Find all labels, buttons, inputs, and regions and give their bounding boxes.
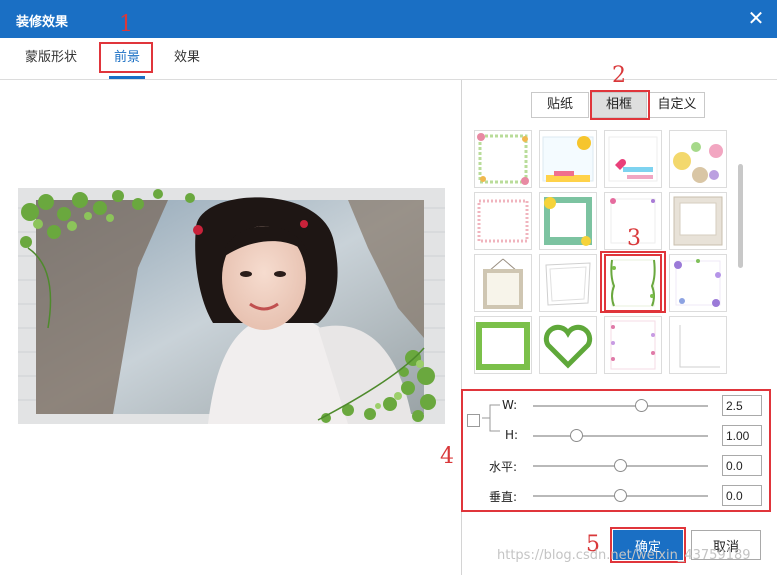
active-tab-indicator: [109, 76, 145, 79]
slider-knob-horizontal[interactable]: [614, 459, 627, 472]
emoji-green-frame-icon: [544, 197, 592, 246]
annotation-box-3: [600, 251, 666, 313]
horizontal-value-input[interactable]: [722, 455, 762, 476]
sketch-frame-icon: [545, 262, 591, 306]
photo-preview: [18, 188, 445, 424]
title-bar: 装修效果 ✕: [0, 0, 777, 38]
hanging-frame-icon: [483, 258, 523, 309]
window-title: 装修效果: [16, 15, 69, 30]
annotation-number-2: 2: [612, 63, 626, 88]
cancel-button[interactable]: 取消: [691, 530, 761, 560]
annotation-box-1: [99, 42, 153, 73]
annotation-box-2: [590, 90, 650, 120]
frame-thumb[interactable]: [474, 130, 532, 188]
annotation-number-5: 5: [586, 532, 600, 557]
height-value-input[interactable]: [722, 425, 762, 446]
frame-thumb[interactable]: [474, 192, 532, 250]
sun-cloud-frame-icon: [542, 136, 594, 182]
category-sticker[interactable]: 贴纸: [531, 92, 589, 118]
frame-thumb[interactable]: [539, 254, 597, 312]
annotation-number-3: 3: [627, 226, 641, 251]
slider-knob-width[interactable]: [635, 399, 648, 412]
frame-thumb[interactable]: [669, 130, 727, 188]
frame-thumb[interactable]: [539, 192, 597, 250]
green-leaf-frame-icon: [476, 322, 530, 370]
aspect-lock-checkbox[interactable]: [467, 414, 480, 427]
frame-thumb[interactable]: [604, 130, 662, 188]
annotation-number-1: 1: [119, 12, 133, 37]
frame-thumb[interactable]: [539, 130, 597, 188]
frame-thumb[interactable]: [669, 254, 727, 312]
slider-knob-vertical[interactable]: [614, 489, 627, 502]
tab-effect[interactable]: 效果: [170, 38, 204, 79]
heart-ribbon-frame-icon: [608, 136, 658, 182]
preview-photo-with-frame: [18, 188, 445, 424]
frame-thumb[interactable]: [539, 316, 597, 374]
frame-thumb[interactable]: [669, 316, 727, 374]
close-icon[interactable]: ✕: [745, 7, 767, 29]
butterfly-collage-frame-icon: [673, 142, 723, 183]
slider-label-vertical: 垂直:: [489, 490, 518, 504]
frame-grid-scrollbar[interactable]: [738, 164, 743, 268]
thin-line-frame-icon: [679, 325, 720, 368]
slider-label-horizontal: 水平:: [489, 460, 518, 474]
slider-track-width[interactable]: [533, 405, 708, 407]
heart-leaf-frame-icon: [543, 324, 593, 369]
width-value-input[interactable]: [722, 395, 762, 416]
frame-thumb[interactable]: [474, 316, 532, 374]
frame-thumb[interactable]: [669, 192, 727, 250]
frame-thumb[interactable]: [604, 316, 662, 374]
category-custom[interactable]: 自定义: [649, 92, 705, 118]
tab-mask-shape[interactable]: 蒙版形状: [22, 38, 80, 79]
polaroid-frame-icon: [673, 196, 723, 246]
floral-corner-frame-icon: [477, 133, 529, 185]
annotation-number-4: 4: [440, 444, 454, 469]
vertical-value-input[interactable]: [722, 485, 762, 506]
pink-lace-frame-icon: [477, 199, 529, 243]
slider-track-height[interactable]: [533, 435, 708, 437]
pink-floral-border-icon: [610, 320, 656, 370]
slider-label-width: W:: [502, 398, 518, 412]
aspect-lock-bracket-icon: [482, 404, 500, 432]
frame-thumb[interactable]: [474, 254, 532, 312]
annotation-box-5: [610, 527, 686, 563]
slider-label-height: H:: [505, 428, 519, 442]
purple-flower-frame-icon: [674, 259, 721, 307]
